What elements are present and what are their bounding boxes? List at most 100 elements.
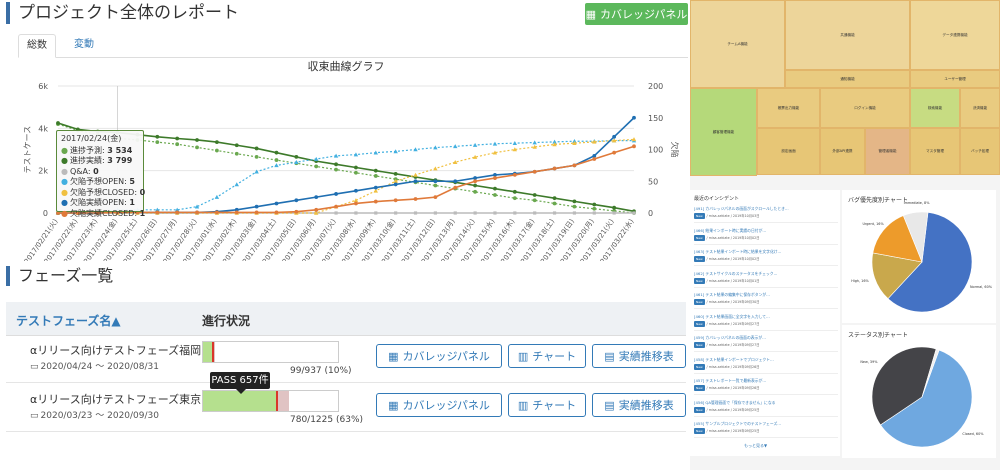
treemap-cell[interactable]: ユーザー管理 — [910, 70, 1000, 88]
show-more-link[interactable]: もっと見る▼ — [744, 443, 767, 449]
series-point[interactable] — [512, 173, 517, 177]
series-point[interactable] — [473, 211, 477, 215]
series-point[interactable] — [433, 179, 438, 184]
series-point[interactable] — [334, 204, 338, 209]
incident-link[interactable]: [460] テスト結果画面に全文字を入力して… — [694, 314, 838, 320]
incident-link[interactable]: [461] テスト結果の編集中に保存ボタンが… — [694, 292, 838, 298]
treemap-cell[interactable]: 検索機能 — [910, 88, 960, 128]
incident-link[interactable]: [457] テストレポート一覧で最新表示が… — [694, 378, 838, 384]
series-point[interactable] — [493, 176, 497, 180]
series-point[interactable] — [572, 199, 577, 204]
series-point[interactable] — [314, 207, 319, 212]
series-point[interactable] — [413, 179, 418, 184]
treemap-cell[interactable]: 外部API連携 — [820, 128, 865, 175]
series-point[interactable] — [512, 140, 518, 145]
incident-link[interactable]: [462] テストサイクルのステータスをチェック… — [694, 271, 838, 277]
series-point[interactable] — [433, 195, 438, 200]
series-point[interactable] — [493, 193, 497, 197]
incident-item[interactable]: [466] 結果インポート時に実績の日付が… New / misa-sekiate … — [694, 228, 838, 245]
incident-link[interactable]: [458] テスト結果インポートでプロジェクト… — [694, 357, 838, 363]
series-point[interactable] — [453, 179, 458, 184]
phase-name[interactable]: αリリース向けテストフェーズ東京 — [30, 391, 201, 407]
series-point[interactable] — [572, 163, 577, 168]
series-point[interactable] — [175, 210, 180, 215]
series-point[interactable] — [254, 155, 259, 159]
series-point[interactable] — [493, 186, 497, 191]
series-point[interactable] — [373, 199, 378, 204]
series-point[interactable] — [393, 198, 398, 203]
series-point[interactable] — [274, 210, 279, 215]
series-point[interactable] — [552, 211, 557, 215]
incident-link[interactable]: [491] カバレッジパネルの画面がスクロールしたとき… — [694, 206, 838, 212]
series-point[interactable] — [234, 143, 239, 148]
series-point[interactable] — [334, 167, 338, 172]
series-point[interactable] — [592, 206, 597, 211]
chart-button[interactable]: ▥ チャート — [508, 344, 586, 368]
series-point[interactable] — [393, 171, 398, 176]
series-point[interactable] — [413, 172, 418, 177]
series-point[interactable] — [274, 158, 279, 162]
series-point[interactable] — [552, 166, 557, 171]
progress-bar[interactable] — [202, 390, 339, 412]
treemap-cell[interactable]: 共通機能 — [785, 0, 910, 70]
series-point[interactable] — [155, 140, 160, 144]
incident-item[interactable]: [461] テスト結果の編集中に保存ボタンが… New / misa-sekiate… — [694, 292, 838, 309]
series-point[interactable] — [592, 202, 597, 207]
series-point[interactable] — [512, 196, 517, 201]
series-point[interactable] — [354, 170, 358, 175]
series-point[interactable] — [433, 211, 437, 215]
treemap-cell[interactable]: 通知機能 — [785, 70, 910, 88]
series-point[interactable] — [354, 201, 358, 206]
series-point[interactable] — [155, 210, 160, 215]
series-point[interactable] — [532, 169, 537, 174]
series-point[interactable] — [612, 211, 616, 215]
coverage-panel-button[interactable]: ▦ カバレッジパネル — [376, 393, 502, 417]
treemap-cell[interactable]: 管理者機能 — [865, 128, 910, 175]
series-point[interactable] — [274, 163, 279, 168]
incident-link[interactable]: [466] 結果インポート時に実績の日付が… — [694, 228, 838, 234]
chart-button[interactable]: ▥ チャート — [508, 393, 586, 417]
series-point[interactable] — [334, 162, 338, 167]
series-point[interactable] — [552, 196, 557, 201]
treemap-cell[interactable]: 帳票出力機能 — [757, 88, 820, 128]
series-point[interactable] — [592, 157, 597, 161]
series-point[interactable] — [592, 211, 596, 215]
history-table-button[interactable]: ▤ 実績推移表 — [592, 393, 686, 417]
series-point[interactable] — [453, 211, 457, 215]
series-point[interactable] — [632, 144, 636, 149]
series-point[interactable] — [294, 155, 299, 159]
series-point[interactable] — [373, 185, 378, 190]
series-point[interactable] — [274, 150, 279, 155]
series-point[interactable] — [572, 204, 577, 209]
series-point[interactable] — [334, 211, 338, 215]
series-point[interactable] — [433, 166, 438, 171]
coverage-panel-button[interactable]: ▦ カバレッジパネル — [585, 3, 688, 25]
series-point[interactable] — [433, 183, 438, 188]
series-point[interactable] — [254, 204, 259, 209]
treemap-cell[interactable]: チームA機能 — [690, 0, 785, 88]
series-point[interactable] — [532, 198, 537, 203]
series-point[interactable] — [632, 115, 636, 120]
series-point[interactable] — [254, 146, 259, 151]
series-point[interactable] — [472, 142, 478, 147]
series-point[interactable] — [195, 138, 199, 142]
tab-total[interactable]: 総数 — [18, 34, 56, 58]
treemap-cell[interactable]: 顧客管理機能 — [690, 88, 757, 176]
series-point[interactable] — [214, 194, 220, 199]
history-table-button[interactable]: ▤ 実績推移表 — [592, 344, 686, 368]
series-point[interactable] — [56, 121, 60, 125]
incident-link[interactable]: [455] サンプルプロジェクトでのテストフェーズ… — [694, 421, 838, 427]
series-point[interactable] — [374, 211, 378, 215]
series-point[interactable] — [373, 174, 378, 178]
series-point[interactable] — [195, 145, 199, 150]
series-point[interactable] — [612, 150, 617, 155]
series-point[interactable] — [492, 141, 498, 146]
treemap-cell[interactable]: バッチ処理 — [960, 128, 1000, 175]
series-point[interactable] — [314, 195, 319, 200]
series-point[interactable] — [493, 211, 497, 215]
series-point[interactable] — [214, 210, 219, 215]
series-point[interactable] — [354, 211, 358, 215]
series-point[interactable] — [354, 165, 358, 170]
incident-item[interactable]: [459] カバレッジパネルの画面の表示が… New / misa-sekiate … — [694, 335, 838, 352]
treemap-cell[interactable]: 決済機能 — [960, 88, 1000, 128]
